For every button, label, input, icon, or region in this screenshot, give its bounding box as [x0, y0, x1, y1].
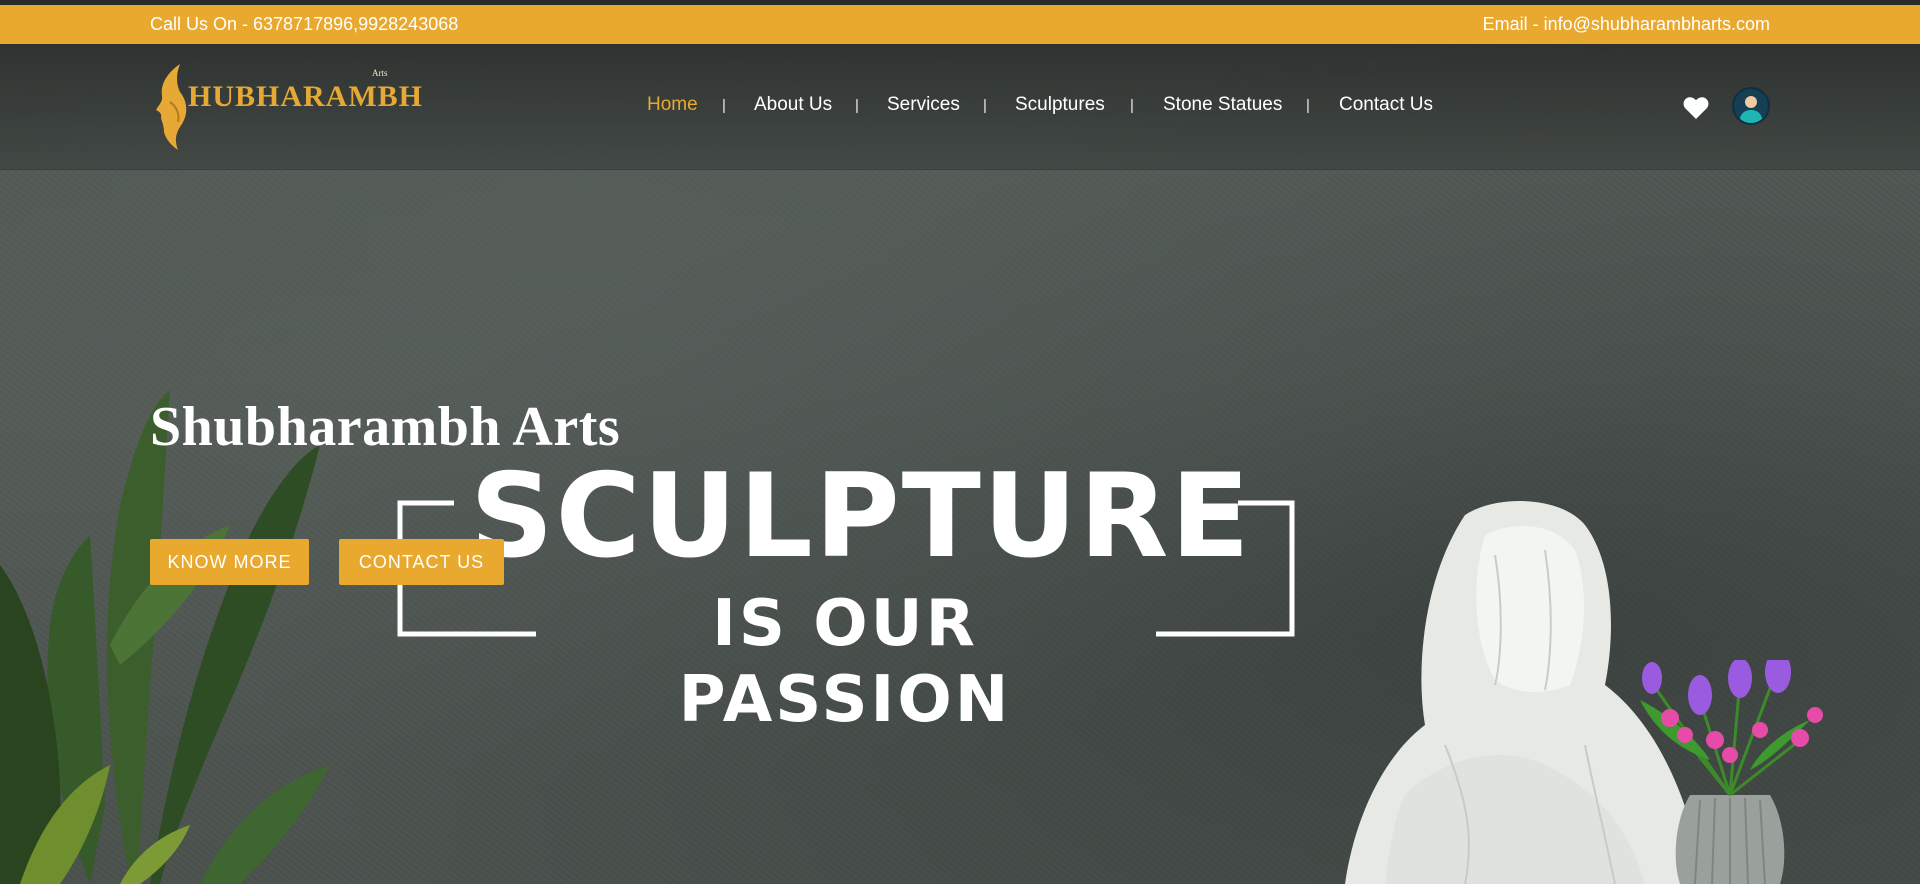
- nav-contact-us[interactable]: Contact Us: [1339, 94, 1433, 116]
- nav-services[interactable]: Services: [887, 94, 960, 116]
- know-more-button[interactable]: KNOW MORE: [150, 539, 309, 585]
- nav-separator: |: [722, 97, 726, 114]
- nav-separator: |: [1130, 97, 1134, 114]
- user-avatar-icon[interactable]: [1732, 87, 1770, 125]
- hero-headline: SCULPTURE: [470, 449, 1252, 584]
- nav-separator: |: [1306, 97, 1310, 114]
- user-silhouette-icon: [1739, 96, 1763, 123]
- phone-numbers[interactable]: Call Us On - 6378717896,9928243068: [150, 14, 458, 35]
- logo-arts-label: Arts: [372, 68, 388, 78]
- nav-separator: |: [855, 97, 859, 114]
- nav-stone-statues[interactable]: Stone Statues: [1163, 94, 1282, 116]
- nav-home[interactable]: Home: [647, 94, 698, 116]
- heart-icon[interactable]: [1683, 96, 1709, 120]
- flower-vase-image: [1640, 660, 1823, 884]
- top-contact-bar: Call Us On - 6378717896,9928243068 Email…: [0, 5, 1920, 44]
- email-address[interactable]: Email - info@shubharambharts.com: [1483, 14, 1770, 35]
- nav-separator: |: [983, 97, 987, 114]
- main-navigation: Home | About Us | Services | Sculptures …: [0, 94, 1920, 118]
- nav-sculptures[interactable]: Sculptures: [1015, 94, 1105, 116]
- contact-us-button[interactable]: CONTACT US: [339, 539, 504, 585]
- nav-about-us[interactable]: About Us: [754, 94, 832, 116]
- plant-image: [0, 390, 330, 884]
- hero-subheadline: IS OUR PASSION: [678, 587, 1012, 737]
